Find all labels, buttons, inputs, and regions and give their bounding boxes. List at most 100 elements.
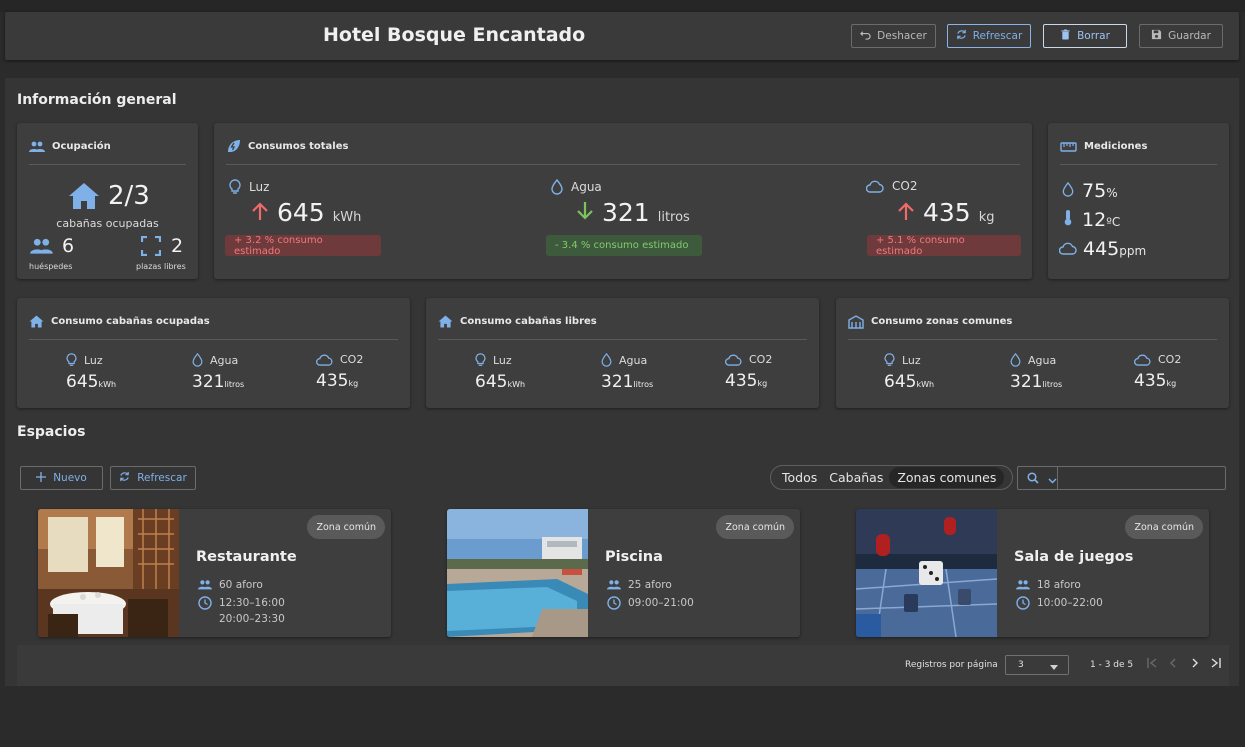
refresh-spaces-button[interactable]: Refrescar: [110, 466, 196, 490]
filter-common-areas[interactable]: Zonas comunes: [889, 467, 1005, 488]
last-page-icon[interactable]: [1210, 658, 1221, 671]
metric-unit: kWh: [98, 380, 117, 389]
ruler-icon: [1060, 141, 1077, 152]
rows-per-page-label: Registros por página: [905, 660, 998, 670]
water-drop-icon: [551, 179, 563, 195]
new-label: Nuevo: [53, 472, 87, 484]
cabins-occupied: 2/3: [68, 181, 150, 211]
undo-icon: [860, 29, 871, 43]
hours-row: 12:30–16:00: [198, 596, 285, 610]
humidity-measure: 75 %: [1062, 180, 1118, 202]
metric-value: 435kg: [1134, 371, 1181, 391]
humidity-value: 75: [1082, 180, 1107, 202]
space-filter-toggle: Todos Cabañas Zonas comunes: [770, 465, 1013, 490]
free-places-metric: 2: [141, 235, 183, 257]
occupied-cabins-consumption-card: Consumo cabañas ocupadas Luz 645kWh Agua…: [17, 298, 410, 408]
clock-icon: [607, 596, 621, 610]
hours-text: 10:00–22:00: [1037, 597, 1103, 609]
search-input[interactable]: [1058, 467, 1245, 489]
occupancy-card: Ocupación 2/3 cabañas ocupadas 6 huésped…: [17, 123, 198, 279]
sub-metric-water: Agua 321litros: [601, 353, 653, 392]
guests-value: 6: [62, 235, 75, 257]
metric-value: 435kg: [725, 371, 772, 391]
consumption-title: Consumos totales: [248, 141, 349, 152]
people-icon: [607, 578, 621, 592]
water-drop-icon: [192, 353, 203, 367]
metric-value: 645kWh: [475, 372, 525, 392]
lightbulb-icon: [475, 353, 486, 367]
metric-number: 435: [316, 371, 349, 391]
space-name: Piscina: [605, 549, 663, 565]
metric-label: Agua: [1028, 353, 1057, 367]
water-trend-badge: - 3.4 % consumo estimado: [546, 235, 702, 256]
refresh-label: Refrescar: [972, 30, 1023, 42]
eco-energy-icon: [226, 139, 241, 154]
water-drop-icon: [1062, 182, 1074, 197]
metric-label: Agua: [619, 353, 648, 367]
water-value: 321: [602, 198, 650, 227]
filter-cabins[interactable]: Cabañas: [823, 467, 889, 488]
new-space-button[interactable]: Nuevo: [20, 466, 103, 490]
co2-unit: kg: [978, 210, 995, 225]
sub-metric-water: Agua 321litros: [192, 353, 244, 392]
co2-trend-badge: + 5.1 % consumo estimado: [867, 235, 1021, 257]
sub-metric-light: Luz 645kWh: [475, 353, 525, 392]
space-card-game-room[interactable]: Zona común Sala de juegos 18 aforo 10:00…: [856, 509, 1209, 637]
hours-text: 09:00–21:00: [628, 597, 694, 609]
page-title: Hotel Bosque Encantado: [323, 24, 586, 46]
hours-text: 12:30–16:00: [219, 597, 285, 609]
guests-label: huéspedes: [29, 262, 73, 271]
cloud-icon: [316, 354, 333, 366]
hours-row-2: 20:00–23:30: [219, 613, 285, 625]
metric-value: 321litros: [1010, 372, 1062, 392]
measurements-card-header: Mediciones: [1060, 135, 1217, 165]
common-areas-consumption-card: Consumo zonas comunes Luz 645kWh Agua 32…: [836, 298, 1229, 408]
delete-button[interactable]: Borrar: [1043, 24, 1127, 48]
sub-card-header: Consumo zonas comunes: [848, 310, 1217, 340]
metric-unit: kg: [1166, 379, 1177, 388]
metric-label: CO2: [340, 353, 364, 366]
metric-value: 645kWh: [66, 372, 116, 392]
search-options[interactable]: [1018, 467, 1058, 489]
sub-metric-co2: CO2 435kg: [316, 353, 363, 391]
guests-metric: 6: [29, 235, 74, 257]
house-icon: [68, 182, 100, 210]
cloud-icon: [1059, 242, 1077, 255]
space-name: Restaurante: [196, 549, 297, 565]
consumption-card-header: Consumos totales: [226, 135, 1020, 165]
undo-button[interactable]: Deshacer: [851, 24, 936, 48]
free-places-label: plazas libres: [136, 262, 186, 271]
trash-icon: [1060, 29, 1071, 43]
capacity-text: 60 aforo: [219, 579, 263, 591]
space-card-pool[interactable]: Zona común Piscina 25 aforo 09:00–21:00: [447, 509, 800, 637]
filter-all[interactable]: Todos: [776, 467, 823, 488]
sub-card-title: Consumo cabañas libres: [460, 316, 597, 327]
refresh-button[interactable]: Refrescar: [947, 24, 1031, 48]
save-button[interactable]: Guardar: [1139, 24, 1223, 48]
metric-unit: litros: [633, 380, 654, 389]
cabins-value: 2/3: [108, 181, 150, 211]
metric-number: 321: [192, 372, 225, 392]
arrow-down-icon: [576, 201, 594, 225]
cloud-icon: [1134, 354, 1151, 366]
sub-metric-co2: CO2 435kg: [1134, 353, 1181, 391]
light-text: Luz: [249, 180, 270, 194]
first-page-icon[interactable]: [1147, 658, 1158, 671]
cloud-icon: [866, 180, 884, 193]
co2-ppm-value: 445: [1083, 238, 1120, 260]
space-card-restaurant[interactable]: Zona común Restaurante 60 aforo 12:30–16…: [38, 509, 391, 637]
metric-label: Luz: [493, 353, 512, 367]
previous-page-icon[interactable]: [1169, 658, 1177, 671]
next-page-icon[interactable]: [1191, 658, 1199, 671]
metric-number: 321: [601, 372, 634, 392]
people-icon: [198, 578, 212, 592]
metric-number: 645: [475, 372, 508, 392]
save-icon: [1151, 29, 1162, 43]
guests-icon: [29, 238, 54, 255]
rows-per-page-select[interactable]: 3: [1005, 655, 1069, 675]
water-drop-icon: [601, 353, 612, 367]
refresh-icon: [119, 471, 130, 485]
light-trend-badge: + 3.2 % consumo estimado: [225, 235, 381, 257]
capacity-text: 18 aforo: [1037, 579, 1081, 591]
free-places-value: 2: [171, 235, 184, 257]
